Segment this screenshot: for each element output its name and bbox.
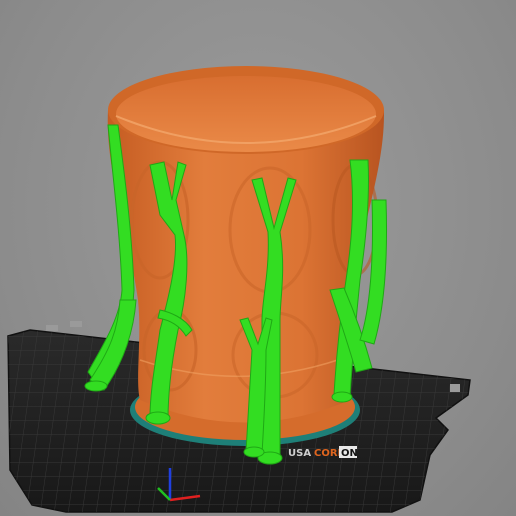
bed-notch	[46, 325, 58, 331]
brand-suffix: ON	[341, 448, 358, 459]
bed-brand-label: USA CORE ON	[288, 446, 358, 459]
bed-notch	[450, 384, 460, 392]
3d-viewport[interactable]: USA CORE ON	[0, 0, 516, 516]
bed-notch	[70, 321, 82, 327]
scene-canvas[interactable]: USA CORE ON	[0, 0, 516, 516]
brand-prefix: USA	[288, 448, 311, 459]
